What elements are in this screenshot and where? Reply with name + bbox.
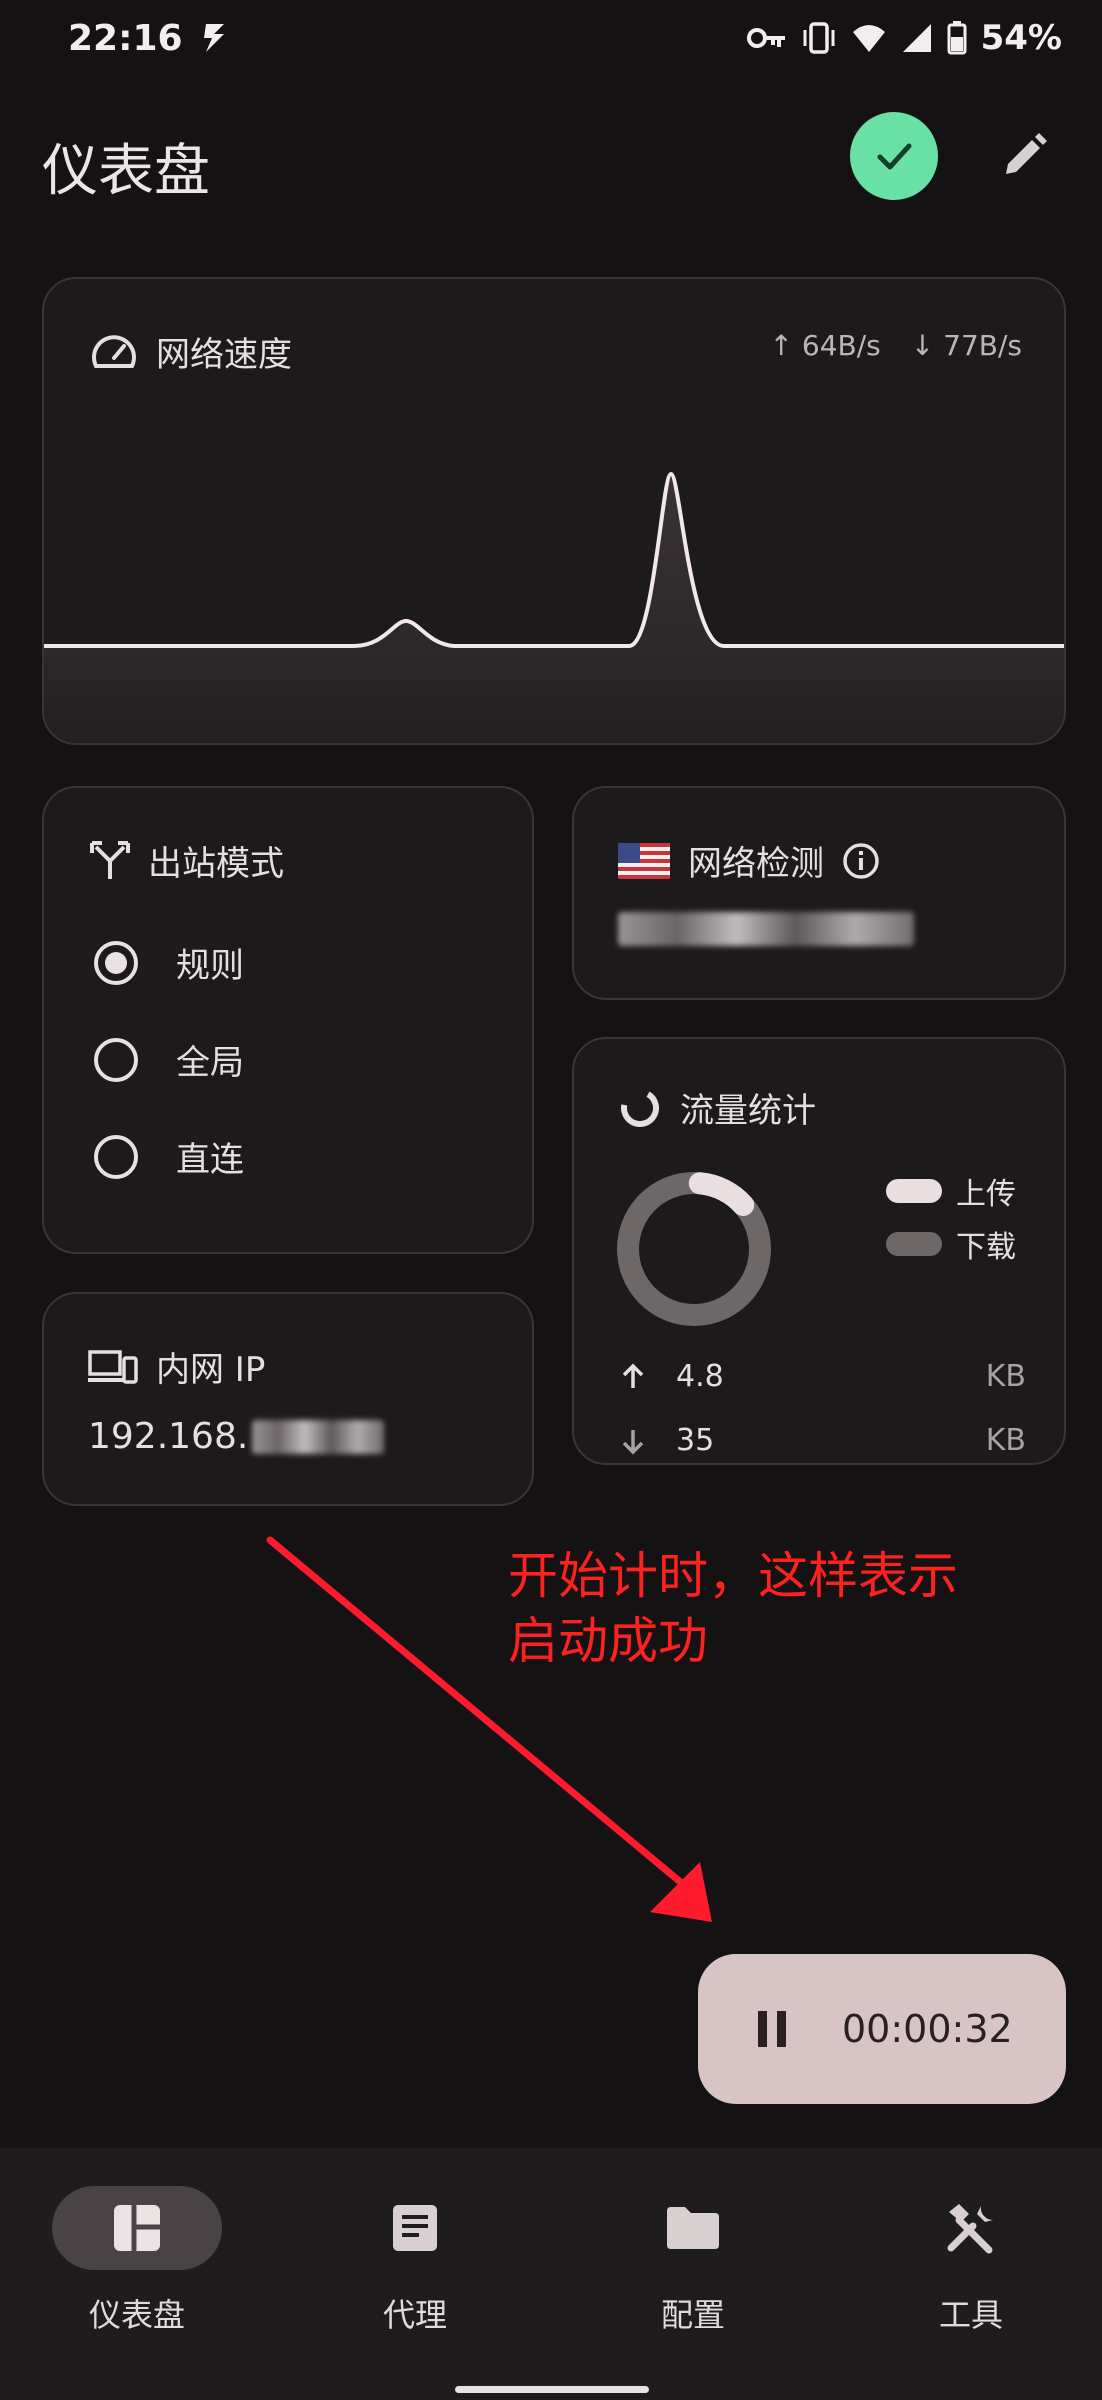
bottom-navigation: 仪表盘 代理 配置 工具 <box>0 2148 1102 2400</box>
dashboard-icon <box>114 2205 160 2251</box>
nav-proxy-pill[interactable] <box>330 2186 500 2270</box>
nav-label: 仪表盘 <box>88 2296 185 2334</box>
pause-icon <box>758 2011 786 2047</box>
nav-dashboard[interactable]: 仪表盘 <box>37 2186 237 2336</box>
nav-label: 工具 <box>938 2296 1003 2334</box>
nav-tools[interactable]: 工具 <box>871 2186 1071 2336</box>
timer-value: 00:00:32 <box>842 2007 1013 2051</box>
nav-proxy[interactable]: 代理 <box>315 2186 515 2336</box>
nav-dashboard-pill[interactable] <box>52 2186 222 2270</box>
nav-tools-pill[interactable] <box>886 2186 1056 2270</box>
nav-profiles-pill[interactable] <box>608 2186 778 2270</box>
home-indicator[interactable] <box>455 2386 649 2393</box>
timer-button[interactable]: 00:00:32 <box>698 1954 1066 2104</box>
nav-profiles[interactable]: 配置 <box>593 2186 793 2336</box>
folder-icon <box>667 2207 719 2249</box>
nav-label: 配置 <box>660 2296 725 2334</box>
tools-icon <box>947 2204 993 2254</box>
nav-label: 代理 <box>382 2296 447 2334</box>
article-icon <box>393 2205 437 2251</box>
